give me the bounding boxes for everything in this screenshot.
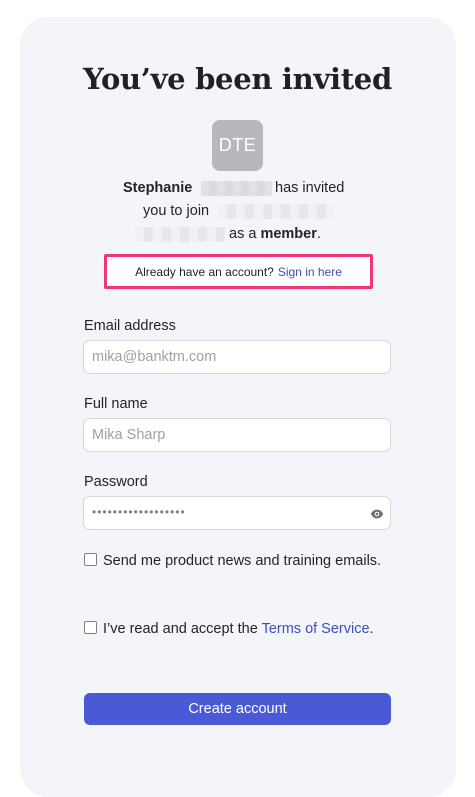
redacted-workspace-name-cont <box>135 227 225 242</box>
password-label: Password <box>84 474 148 490</box>
invite-has-invited: has invited <box>275 180 345 196</box>
invite-you-to-join: you to join <box>143 203 210 219</box>
terms-checkbox[interactable] <box>84 621 97 634</box>
password-field[interactable] <box>83 496 391 530</box>
full-name-field[interactable] <box>83 418 391 452</box>
terms-of-service-link[interactable]: Terms of Service <box>262 621 370 637</box>
redacted-inviter-surname <box>201 181 272 196</box>
sign-in-link[interactable]: Sign in here <box>278 265 342 279</box>
page-title: You’ve been invited <box>83 62 392 96</box>
signin-prompt-text: Already have an account? <box>135 264 274 279</box>
invite-role-line: as a member. <box>229 226 321 242</box>
eye-icon[interactable] <box>370 507 384 521</box>
email-label: Email address <box>84 318 176 334</box>
workspace-avatar: DTE <box>212 120 263 171</box>
terms-checkbox-label: I’ve read and accept the Terms of Servic… <box>103 621 374 637</box>
invite-inviter-name: Stephanie <box>123 180 193 196</box>
news-checkbox[interactable] <box>84 553 97 566</box>
signin-prompt: Already have an account? Sign in here <box>104 254 373 289</box>
full-name-label: Full name <box>84 396 148 412</box>
create-account-button[interactable]: Create account <box>84 693 391 725</box>
news-checkbox-label: Send me product news and training emails… <box>103 553 382 569</box>
email-field[interactable] <box>83 340 391 374</box>
redacted-workspace-name <box>218 204 334 219</box>
